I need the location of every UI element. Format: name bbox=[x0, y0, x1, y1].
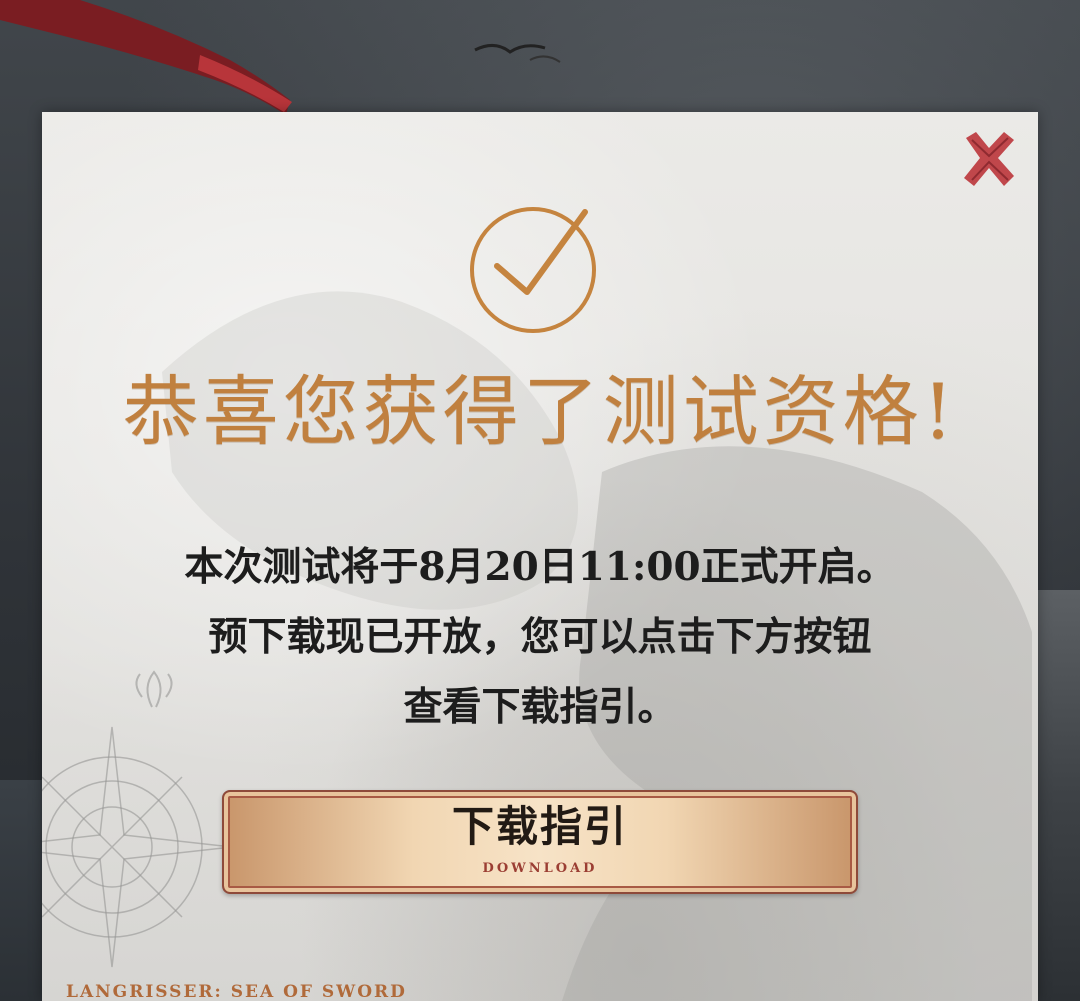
close-icon[interactable] bbox=[958, 128, 1020, 190]
brand-footer: LANGRISSER: SEA OF SWORD bbox=[66, 982, 407, 1001]
qualification-modal: 恭喜您获得了测试资格! 本次测试将于8月20日11:00正式开启。 预下载现已开… bbox=[42, 112, 1038, 1001]
message-text: 本次测试将于8月20日11:00正式开启。 预下载现已开放，您可以点击下方按钮 … bbox=[82, 532, 998, 742]
page-title: 恭喜您获得了测试资格! bbox=[122, 367, 958, 456]
check-circle-icon bbox=[467, 204, 603, 334]
download-button-label: 下载指引 bbox=[451, 802, 628, 851]
download-guide-button[interactable]: 下载指引 DOWNLOAD bbox=[222, 790, 858, 894]
message-line: 查看下载指引。 bbox=[403, 684, 677, 730]
message-line: 本次测试将于8月20日11:00正式开启。 bbox=[184, 544, 896, 590]
rock-cliff-left bbox=[0, 780, 45, 1001]
message-line: 预下载现已开放，您可以点击下方按钮 bbox=[208, 614, 872, 660]
seagull-icon bbox=[470, 30, 580, 84]
red-flag-decoration bbox=[0, 0, 300, 115]
download-button-sublabel: DOWNLOAD bbox=[482, 861, 598, 876]
